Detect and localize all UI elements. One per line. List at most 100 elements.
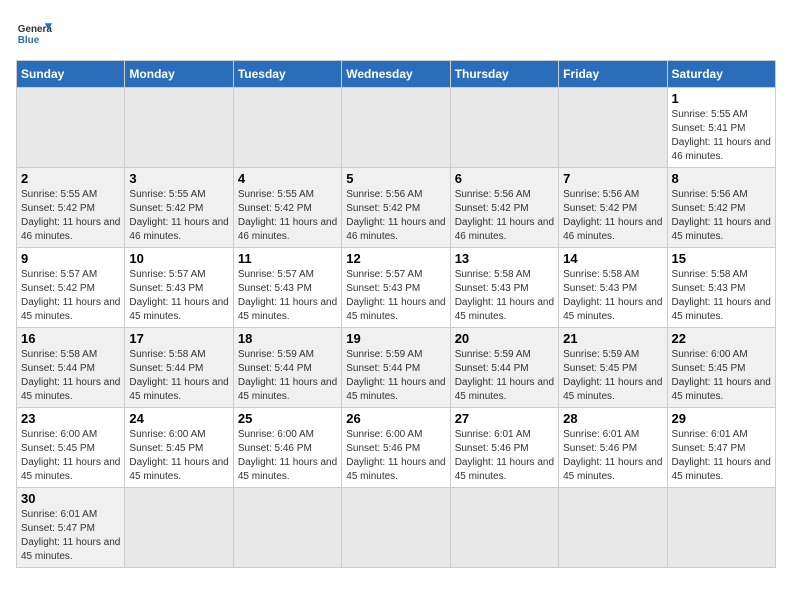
weekday-header: Sunday [17, 61, 125, 88]
calendar-cell: 2 Sunrise: 5:55 AMSunset: 5:42 PMDaylight… [17, 168, 125, 248]
calendar-table: SundayMondayTuesdayWednesdayThursdayFrid… [16, 60, 776, 568]
day-info: Sunrise: 6:00 AMSunset: 5:45 PMDaylight:… [672, 348, 771, 404]
day-info: Sunrise: 5:59 AMSunset: 5:45 PMDaylight:… [563, 348, 662, 404]
day-number: 21 [563, 331, 662, 346]
day-info: Sunrise: 6:01 AMSunset: 5:47 PMDaylight:… [21, 508, 120, 564]
weekday-header-row: SundayMondayTuesdayWednesdayThursdayFrid… [17, 61, 776, 88]
day-number: 28 [563, 411, 662, 426]
day-info: Sunrise: 6:00 AMSunset: 5:45 PMDaylight:… [129, 428, 228, 484]
day-info: Sunrise: 5:59 AMSunset: 5:44 PMDaylight:… [455, 348, 554, 404]
calendar-week-row: 16 Sunrise: 5:58 AMSunset: 5:44 PMDayligh… [17, 328, 776, 408]
day-number: 18 [238, 331, 337, 346]
calendar-cell: 26Sunrise: 6:00 AMSunset: 5:46 PMDayligh… [342, 408, 450, 488]
day-number: 13 [455, 251, 554, 266]
logo-icon: General Blue [16, 16, 52, 52]
calendar-cell: 16Sunrise: 5:58 AMSunset: 5:44 PMDayligh… [17, 328, 125, 408]
calendar-cell: 6 Sunrise: 5:56 AMSunset: 5:42 PMDaylight… [450, 168, 558, 248]
day-number: 6 [455, 171, 554, 186]
day-number: 24 [129, 411, 228, 426]
day-number: 16 [21, 331, 120, 346]
calendar-cell [667, 488, 775, 568]
day-info: Sunrise: 5:55 AMSunset: 5:42 PMDaylight:… [21, 188, 120, 244]
svg-text:Blue: Blue [18, 35, 40, 46]
day-number: 9 [21, 251, 120, 266]
day-info: Sunrise: 5:55 AMSunset: 5:42 PMDaylight:… [238, 188, 337, 244]
calendar-cell: 23Sunrise: 6:00 AMSunset: 5:45 PMDayligh… [17, 408, 125, 488]
calendar-cell [450, 488, 558, 568]
weekday-header: Thursday [450, 61, 558, 88]
calendar-cell: 21 Sunrise: 5:59 AMSunset: 5:45 PMDayligh… [559, 328, 667, 408]
day-number: 3 [129, 171, 228, 186]
day-info: Sunrise: 5:57 AMSunset: 5:43 PMDaylight:… [346, 268, 445, 324]
day-info: Sunrise: 5:55 AMSunset: 5:41 PMDaylight:… [672, 108, 771, 164]
day-info: Sunrise: 5:55 AMSunset: 5:42 PMDaylight:… [129, 188, 228, 244]
weekday-header: Friday [559, 61, 667, 88]
day-number: 5 [346, 171, 445, 186]
day-info: Sunrise: 5:56 AMSunset: 5:42 PMDaylight:… [672, 188, 771, 244]
day-info: Sunrise: 6:01 AMSunset: 5:47 PMDaylight:… [672, 428, 771, 484]
day-number: 19 [346, 331, 445, 346]
day-number: 10 [129, 251, 228, 266]
calendar-cell: 28Sunrise: 6:01 AMSunset: 5:46 PMDayligh… [559, 408, 667, 488]
calendar-cell: 9 Sunrise: 5:57 AMSunset: 5:42 PMDaylight… [17, 248, 125, 328]
day-info: Sunrise: 5:59 AMSunset: 5:44 PMDaylight:… [238, 348, 337, 404]
day-info: Sunrise: 5:58 AMSunset: 5:44 PMDaylight:… [129, 348, 228, 404]
calendar-cell: 27Sunrise: 6:01 AMSunset: 5:46 PMDayligh… [450, 408, 558, 488]
day-info: Sunrise: 6:00 AMSunset: 5:45 PMDaylight:… [21, 428, 120, 484]
day-number: 15 [672, 251, 771, 266]
day-info: Sunrise: 5:58 AMSunset: 5:43 PMDaylight:… [672, 268, 771, 324]
calendar-cell [342, 88, 450, 168]
day-number: 29 [672, 411, 771, 426]
calendar-cell [17, 88, 125, 168]
calendar-cell: 15 Sunrise: 5:58 AMSunset: 5:43 PMDayligh… [667, 248, 775, 328]
calendar-cell [559, 488, 667, 568]
day-number: 22 [672, 331, 771, 346]
calendar-week-row: 23Sunrise: 6:00 AMSunset: 5:45 PMDayligh… [17, 408, 776, 488]
day-number: 26 [346, 411, 445, 426]
day-number: 25 [238, 411, 337, 426]
calendar-cell: 30 Sunrise: 6:01 AMSunset: 5:47 PMDayligh… [17, 488, 125, 568]
calendar-cell: 1 Sunrise: 5:55 AMSunset: 5:41 PMDaylight… [667, 88, 775, 168]
day-number: 7 [563, 171, 662, 186]
day-info: Sunrise: 5:59 AMSunset: 5:44 PMDaylight:… [346, 348, 445, 404]
calendar-cell [342, 488, 450, 568]
calendar-cell: 7 Sunrise: 5:56 AMSunset: 5:42 PMDaylight… [559, 168, 667, 248]
calendar-cell: 22 Sunrise: 6:00 AMSunset: 5:45 PMDayligh… [667, 328, 775, 408]
calendar-cell: 29 Sunrise: 6:01 AMSunset: 5:47 PMDayligh… [667, 408, 775, 488]
calendar-cell: 20Sunrise: 5:59 AMSunset: 5:44 PMDayligh… [450, 328, 558, 408]
calendar-cell: 14 Sunrise: 5:58 AMSunset: 5:43 PMDayligh… [559, 248, 667, 328]
weekday-header: Saturday [667, 61, 775, 88]
calendar-cell: 11Sunrise: 5:57 AMSunset: 5:43 PMDayligh… [233, 248, 341, 328]
calendar-cell: 5 Sunrise: 5:56 AMSunset: 5:42 PMDaylight… [342, 168, 450, 248]
day-info: Sunrise: 5:56 AMSunset: 5:42 PMDaylight:… [563, 188, 662, 244]
calendar-cell: 19 Sunrise: 5:59 AMSunset: 5:44 PMDayligh… [342, 328, 450, 408]
calendar-cell [125, 488, 233, 568]
day-number: 30 [21, 491, 120, 506]
calendar-cell [233, 488, 341, 568]
day-info: Sunrise: 5:57 AMSunset: 5:42 PMDaylight:… [21, 268, 120, 324]
calendar-cell: 13Sunrise: 5:58 AMSunset: 5:43 PMDayligh… [450, 248, 558, 328]
calendar-cell: 17 Sunrise: 5:58 AMSunset: 5:44 PMDayligh… [125, 328, 233, 408]
day-info: Sunrise: 5:58 AMSunset: 5:43 PMDaylight:… [563, 268, 662, 324]
day-number: 1 [672, 91, 771, 106]
day-number: 8 [672, 171, 771, 186]
weekday-header: Monday [125, 61, 233, 88]
logo: General Blue [16, 16, 52, 52]
calendar-cell: 8 Sunrise: 5:56 AMSunset: 5:42 PMDaylight… [667, 168, 775, 248]
day-number: 17 [129, 331, 228, 346]
calendar-cell [559, 88, 667, 168]
calendar-cell [233, 88, 341, 168]
header: General Blue [16, 16, 776, 52]
day-number: 2 [21, 171, 120, 186]
day-number: 27 [455, 411, 554, 426]
calendar-week-row: 1 Sunrise: 5:55 AMSunset: 5:41 PMDaylight… [17, 88, 776, 168]
day-info: Sunrise: 5:56 AMSunset: 5:42 PMDaylight:… [455, 188, 554, 244]
day-info: Sunrise: 5:56 AMSunset: 5:42 PMDaylight:… [346, 188, 445, 244]
calendar-cell [450, 88, 558, 168]
calendar-cell: 4 Sunrise: 5:55 AMSunset: 5:42 PMDaylight… [233, 168, 341, 248]
calendar-week-row: 9 Sunrise: 5:57 AMSunset: 5:42 PMDaylight… [17, 248, 776, 328]
day-info: Sunrise: 5:57 AMSunset: 5:43 PMDaylight:… [129, 268, 228, 324]
day-number: 14 [563, 251, 662, 266]
day-info: Sunrise: 6:00 AMSunset: 5:46 PMDaylight:… [238, 428, 337, 484]
day-number: 4 [238, 171, 337, 186]
